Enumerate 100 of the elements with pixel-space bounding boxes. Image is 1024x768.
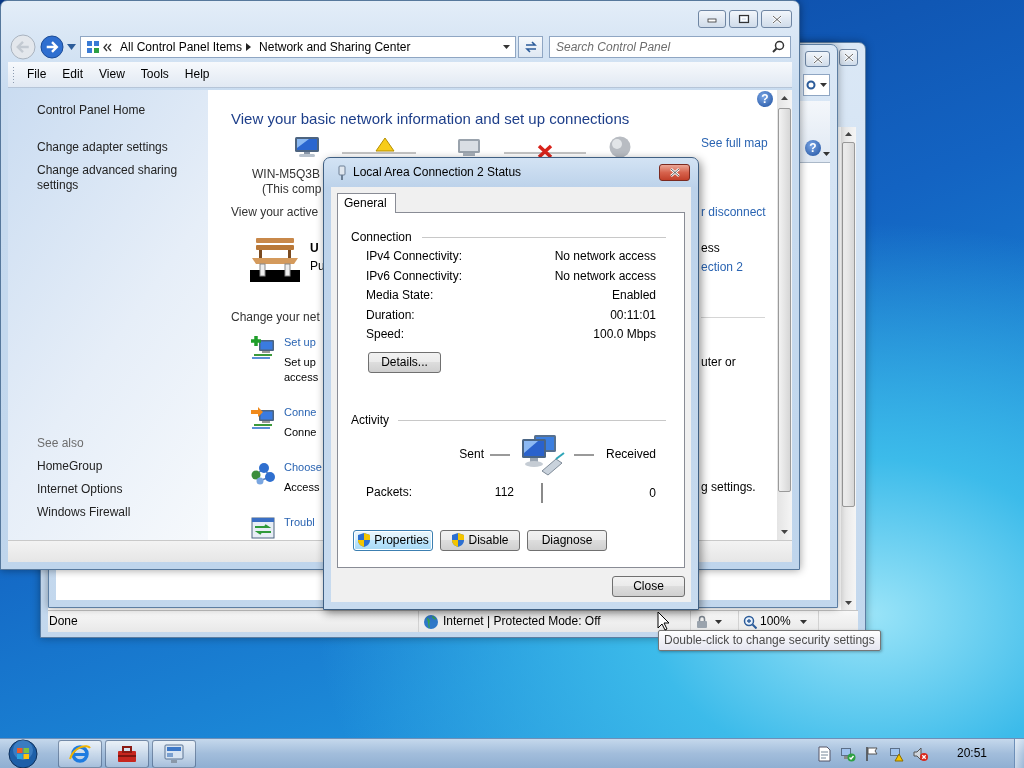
task-description: uter or	[701, 355, 736, 369]
sent-label: Sent	[459, 447, 484, 462]
caret-icon[interactable]	[820, 83, 827, 87]
address-field[interactable]: All Control Panel Items Network and Sharing Center	[80, 36, 516, 58]
field-label: IPv4 Connectivity:	[366, 248, 463, 265]
breadcrumb-arrow-icon[interactable]	[246, 43, 252, 51]
task-description: Access	[284, 480, 321, 495]
flag-icon[interactable]	[863, 745, 880, 762]
connector-line	[574, 453, 594, 456]
menu-item[interactable]: Help	[176, 67, 218, 82]
separator-line	[541, 482, 543, 503]
scrollbar[interactable]	[777, 90, 792, 540]
taskbar-button[interactable]	[152, 739, 196, 768]
zoom-icon	[743, 614, 757, 629]
field-value: 100.0 Mbps	[593, 326, 656, 343]
caret-icon[interactable]	[823, 152, 830, 156]
caret-icon[interactable]	[800, 619, 807, 624]
dialog-button[interactable]: Diagnose	[527, 529, 607, 551]
double-chevron-icon[interactable]	[103, 42, 112, 52]
dialog-button[interactable]: Properties	[353, 529, 433, 551]
close-button[interactable]	[839, 49, 858, 66]
dialog-button[interactable]: Disable	[440, 529, 520, 551]
forward-button[interactable]	[40, 35, 64, 59]
access-type: ess	[701, 241, 721, 256]
packets-sent: 112	[494, 485, 514, 500]
security-zone-text: Internet | Protected Mode: Off	[443, 614, 601, 629]
task-link[interactable]: Choose	[284, 460, 322, 475]
close-button[interactable]	[659, 164, 690, 181]
maximize-icon	[737, 14, 750, 24]
scrollbar[interactable]	[841, 127, 856, 610]
network-warning-icon[interactable]	[887, 745, 904, 762]
field-label: IPv6 Connectivity:	[366, 267, 463, 285]
document-icon[interactable]	[815, 745, 832, 762]
received-label: Received	[605, 447, 656, 462]
menu-item[interactable]: Tools	[132, 67, 177, 82]
speaker-muted-icon[interactable]	[911, 745, 928, 762]
window-arrows-icon	[250, 515, 276, 540]
dialog-title: Local Area Connection 2 Status	[353, 165, 522, 180]
network-nodes-icon	[250, 460, 276, 486]
mouse-pointer-icon	[657, 611, 670, 631]
search-field[interactable]: Search Control Panel	[549, 36, 791, 58]
network-check-icon[interactable]	[839, 745, 856, 762]
taskbar-button[interactable]	[105, 739, 149, 768]
control-panel-icon	[86, 40, 100, 54]
breadcrumb-item[interactable]: Network and Sharing Center	[259, 39, 411, 55]
refresh-button[interactable]	[518, 36, 543, 58]
details-button[interactable]: Details...	[368, 351, 441, 373]
section-label: See also	[37, 436, 85, 451]
toolbar-field[interactable]	[803, 74, 830, 96]
map-link[interactable]: See full map	[701, 136, 768, 150]
field-value: No network access	[554, 248, 656, 265]
network-connect-icon	[250, 405, 276, 431]
field-value: 00:11:01	[610, 306, 656, 324]
network-name: U	[310, 241, 320, 256]
show-desktop-button[interactable]	[1014, 739, 1024, 768]
dropdown-caret-icon[interactable]	[503, 45, 510, 49]
zoom-level[interactable]: 100%	[760, 614, 791, 629]
field-label: Duration:	[366, 306, 415, 324]
bench-icon	[250, 236, 300, 282]
sidebar-link[interactable]: Change advanced sharing settings	[37, 163, 187, 193]
sidebar-link[interactable]: Control Panel Home	[37, 103, 187, 118]
task-link[interactable]: Troubl	[284, 515, 315, 530]
clock[interactable]: 20:51	[956, 746, 987, 761]
breadcrumb-item[interactable]: All Control Panel Items	[120, 39, 243, 55]
field-label: Speed:	[366, 326, 405, 343]
sidebar-link[interactable]: Windows Firewall	[37, 505, 187, 520]
network-link[interactable]: r disconnect	[701, 205, 766, 219]
maximize-button[interactable]	[729, 10, 758, 28]
recent-pages-caret-icon[interactable]	[67, 44, 76, 50]
padlock-icon[interactable]	[695, 614, 709, 629]
menu-item[interactable]: File	[19, 67, 55, 82]
task-link[interactable]: Set up	[284, 335, 319, 350]
search-icon	[772, 40, 785, 53]
field-value: Enabled	[611, 287, 656, 304]
section-heading: View your active	[231, 205, 319, 219]
grip-icon	[12, 65, 15, 84]
field-label: Packets:	[366, 485, 413, 500]
monitor-icon	[162, 741, 186, 766]
tab[interactable]: General	[337, 193, 396, 213]
refresh-icon	[522, 39, 539, 55]
menu-item[interactable]: View	[91, 67, 133, 82]
sidebar-link[interactable]: Change adapter settings	[37, 140, 187, 155]
close-button[interactable]	[805, 51, 830, 67]
ring-icon	[806, 80, 816, 90]
caret-icon[interactable]	[715, 619, 722, 624]
sidebar-link[interactable]: HomeGroup	[37, 459, 187, 474]
computer-name: WIN-M5Q3B	[252, 167, 320, 181]
task-description: Conne	[284, 425, 317, 440]
scrollbar-thumb[interactable]	[778, 108, 791, 492]
scrollbar-thumb[interactable]	[842, 142, 855, 507]
close-button[interactable]: Close	[612, 576, 685, 597]
task-link[interactable]: Conne	[284, 405, 317, 420]
menu-item[interactable]: Edit	[54, 67, 92, 82]
field-label: Media State:	[366, 287, 434, 304]
group-heading: Connection	[351, 230, 412, 245]
connection-link[interactable]: ection 2	[701, 260, 773, 275]
computer-note: (This comp	[262, 182, 322, 196]
packets-received: 0	[649, 485, 656, 500]
sidebar-link[interactable]: Internet Options	[37, 482, 187, 497]
page-heading: View your basic network information and set up connections	[231, 110, 631, 128]
